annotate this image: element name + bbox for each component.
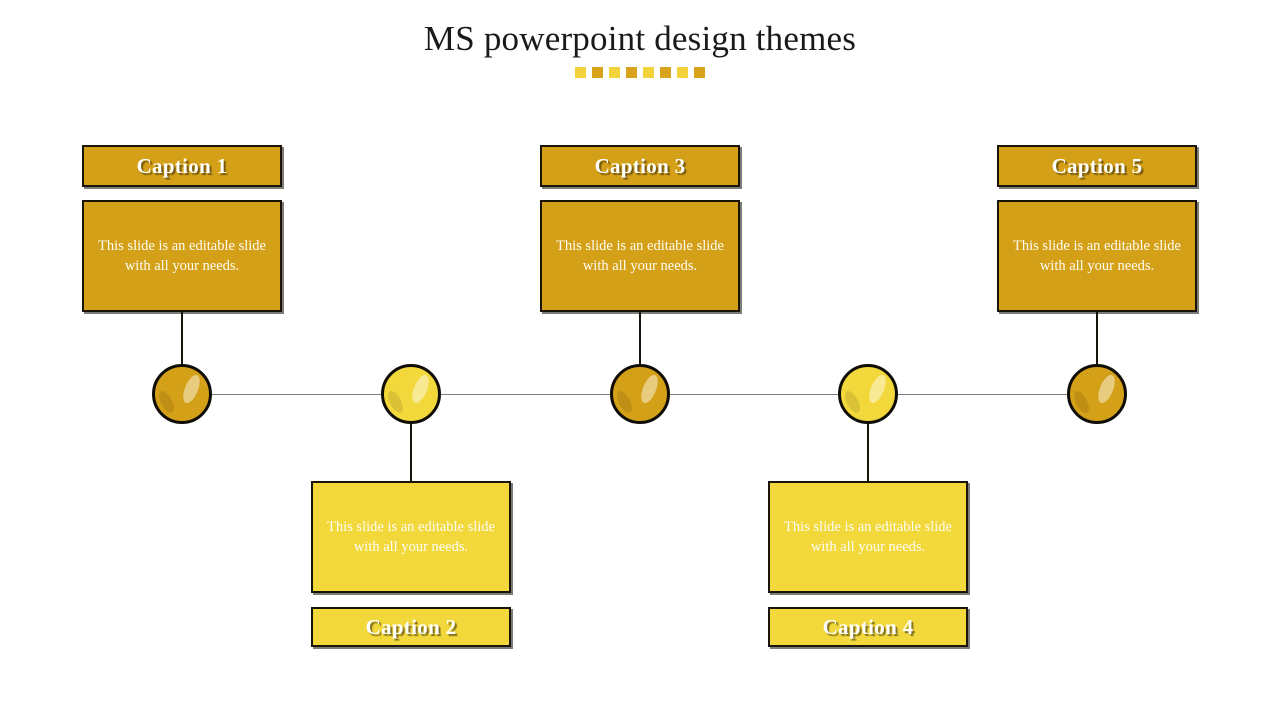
body-box-1[interactable]: This slide is an editable slide with all… [82,200,282,312]
caption-bar-5[interactable]: Caption 5 [997,145,1197,187]
body-box-4[interactable]: This slide is an editable slide with all… [768,481,968,593]
circle-highlight-icon-1 [179,372,204,406]
caption-label-5: Caption 5 [1051,153,1143,178]
title-dot-8 [694,67,705,78]
caption-label-3: Caption 3 [594,153,686,178]
caption-bar-3[interactable]: Caption 3 [540,145,740,187]
caption-bar-4[interactable]: Caption 4 [768,607,968,647]
circle-shade-icon-2 [385,388,406,416]
body-text-2: This slide is an editable slide with all… [327,519,495,555]
body-text-1: This slide is an editable slide with all… [98,238,266,274]
title-block: MS powerpoint design themes [0,18,1280,78]
circle-highlight-icon-4 [865,372,890,406]
body-box-2[interactable]: This slide is an editable slide with all… [311,481,511,593]
title-dot-3 [609,67,620,78]
circle-highlight-icon-3 [637,372,662,406]
timeline-node-circle-5[interactable] [1067,364,1127,424]
timeline-node-circle-3[interactable] [610,364,670,424]
body-text-3: This slide is an editable slide with all… [556,238,724,274]
caption-bar-2[interactable]: Caption 2 [311,607,511,647]
connector-stem-5 [1096,312,1098,364]
title-dot-5 [643,67,654,78]
title-dot-7 [677,67,688,78]
timeline-node-circle-4[interactable] [838,364,898,424]
circle-shade-icon-1 [156,388,177,416]
connector-stem-3 [639,312,641,364]
body-box-5[interactable]: This slide is an editable slide with all… [997,200,1197,312]
connector-stem-1 [181,312,183,364]
caption-bar-1[interactable]: Caption 1 [82,145,282,187]
connector-stem-4 [867,424,869,481]
circle-shade-icon-3 [614,388,635,416]
timeline-node-circle-2[interactable] [381,364,441,424]
title-decoration-dots [0,67,1280,78]
body-box-3[interactable]: This slide is an editable slide with all… [540,200,740,312]
connector-stem-2 [410,424,412,481]
body-text-4: This slide is an editable slide with all… [784,519,952,555]
circle-highlight-icon-2 [408,372,433,406]
caption-label-2: Caption 2 [365,614,457,639]
title-dot-6 [660,67,671,78]
title-dot-1 [575,67,586,78]
caption-label-4: Caption 4 [822,614,914,639]
slide-canvas: MS powerpoint design themes Caption 1 Thi… [0,0,1280,720]
circle-shade-icon-4 [842,388,863,416]
timeline-node-circle-1[interactable] [152,364,212,424]
title-dot-4 [626,67,637,78]
circle-highlight-icon-5 [1094,372,1119,406]
body-text-5: This slide is an editable slide with all… [1013,238,1181,274]
title-dot-2 [592,67,603,78]
page-title: MS powerpoint design themes [423,19,857,58]
circle-shade-icon-5 [1071,388,1092,416]
caption-label-1: Caption 1 [136,153,228,178]
